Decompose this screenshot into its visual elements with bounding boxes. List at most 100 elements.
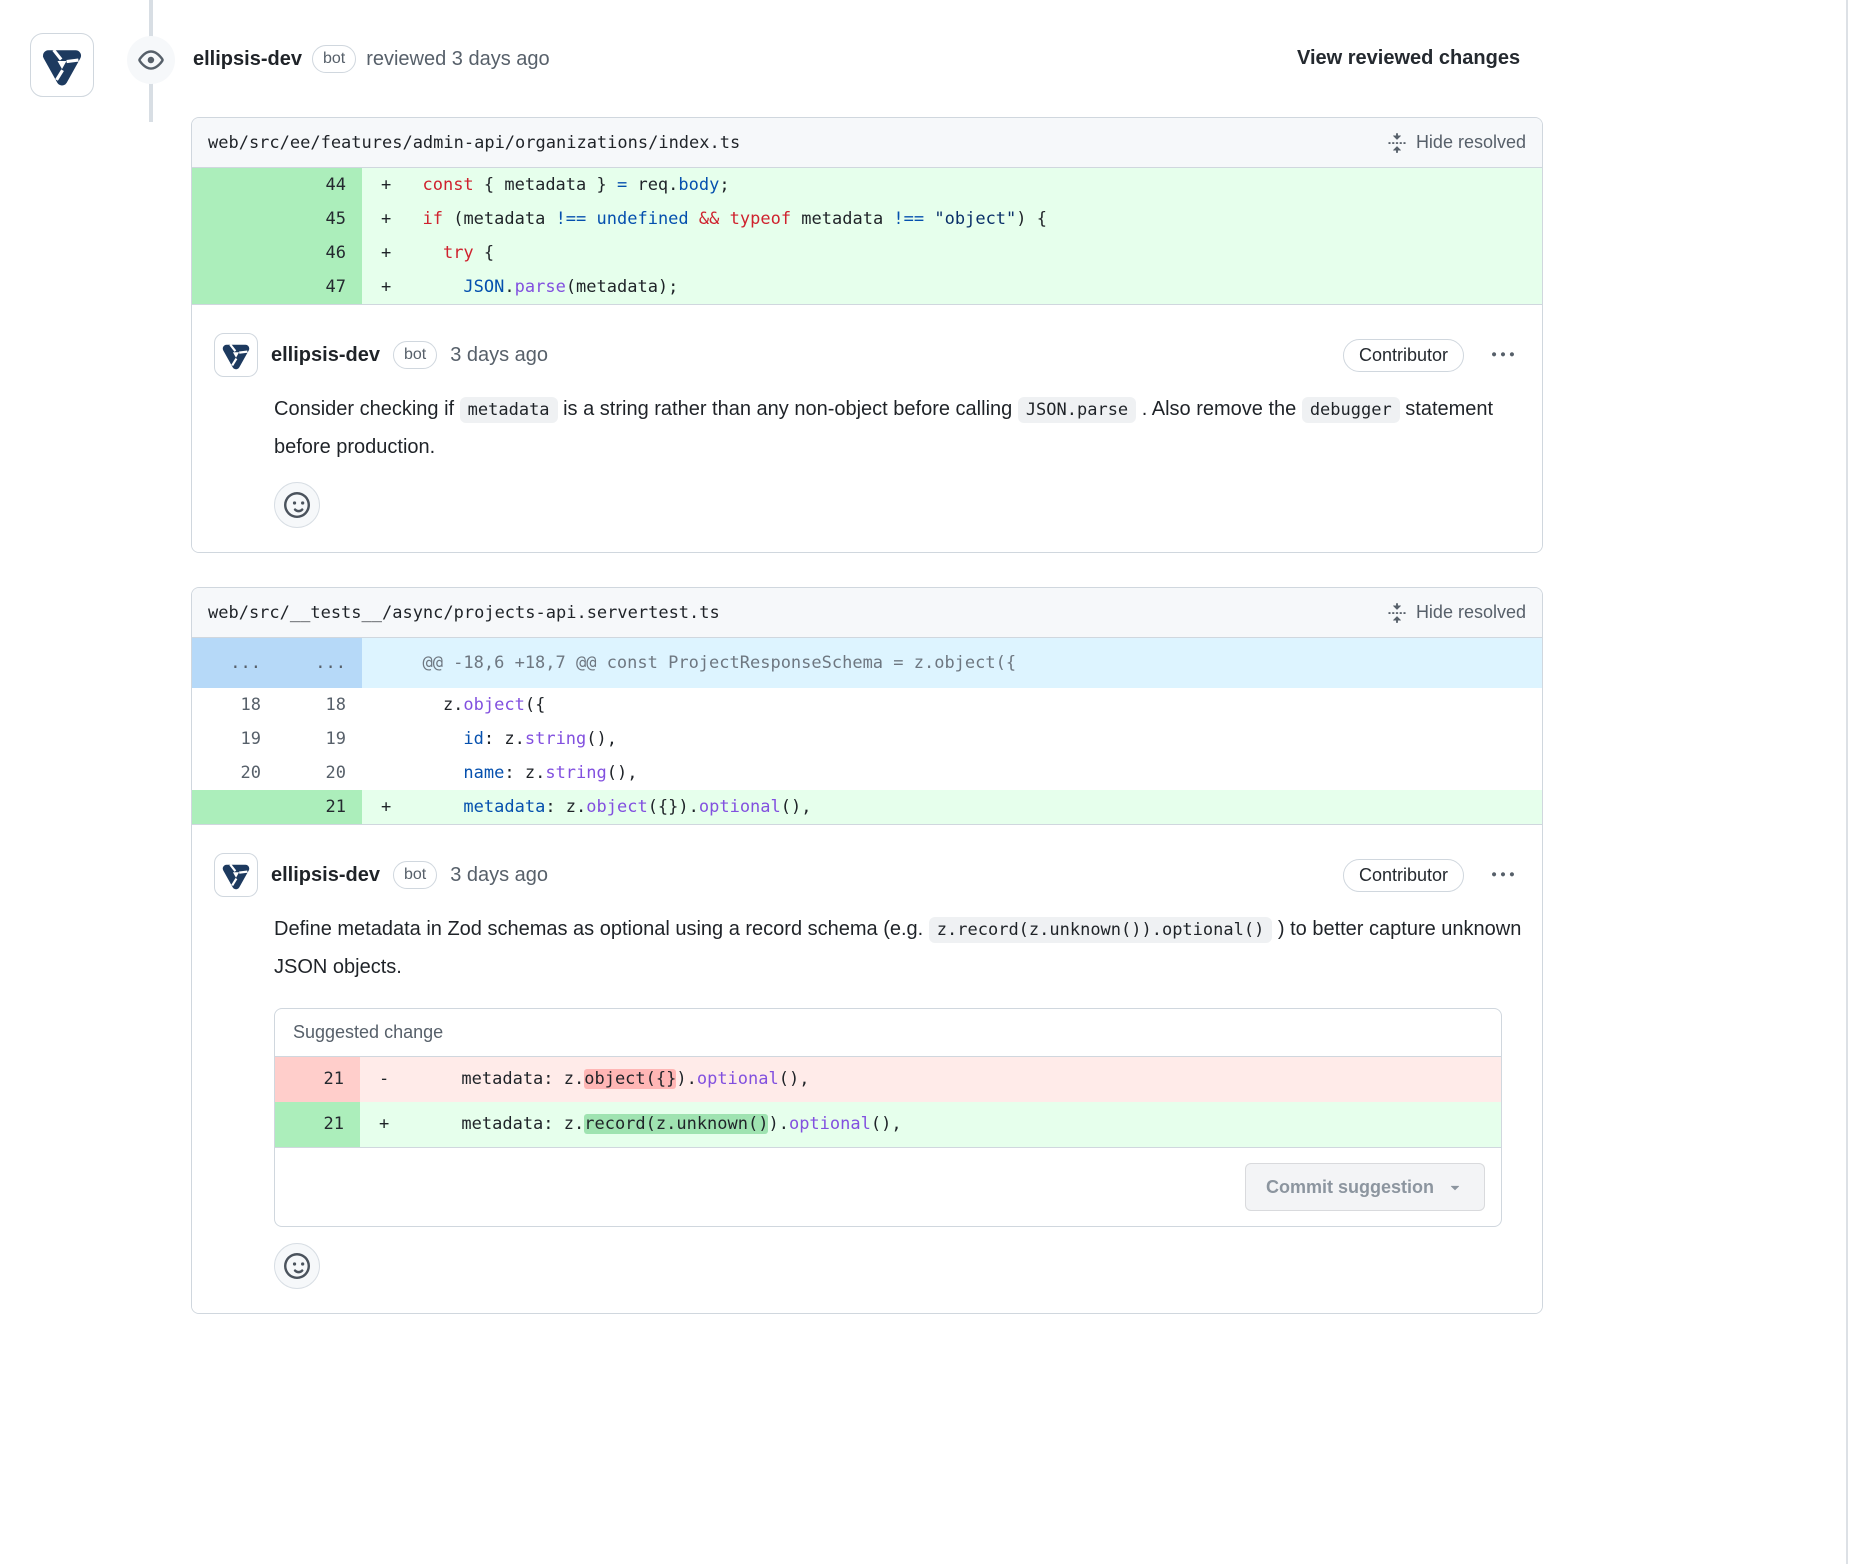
comment-author-link[interactable]: ellipsis-dev <box>271 344 380 367</box>
code-segment: : z. <box>504 763 545 783</box>
review-threads: web/src/ee/features/admin-api/organizati… <box>191 117 1543 1314</box>
diff-line-numbers[interactable]: 1818 <box>192 688 362 722</box>
comment-menu-button[interactable] <box>1488 860 1518 890</box>
diff-line-numbers[interactable]: 2020 <box>192 756 362 790</box>
diff-row-add: 44+ const { metadata } = req.body; <box>192 168 1542 202</box>
code-segment: @@ -18,6 +18,7 @@ const ProjectResponseS… <box>402 653 1016 673</box>
hide-resolved-label: Hide resolved <box>1416 132 1526 153</box>
code-segment: typeof <box>730 209 791 229</box>
diff-row-add: 45+ if (metadata !== undefined && typeof… <box>192 202 1542 236</box>
code-segment: (metadata); <box>566 277 679 297</box>
comment-body: Consider checking if metadata is a strin… <box>274 391 1524 466</box>
inline-code: debugger <box>1302 397 1400 423</box>
comment-avatar[interactable] <box>214 853 258 897</box>
diff-marker: + <box>362 270 402 304</box>
comment-timestamp-link[interactable]: 3 days ago <box>450 344 548 367</box>
code-segment: "object" <box>934 209 1016 229</box>
diff-line-numbers[interactable]: 1919 <box>192 722 362 756</box>
diff-block: 44+ const { metadata } = req.body;45+ if… <box>192 168 1542 304</box>
fold-icon <box>1387 133 1407 153</box>
code-segment: (), <box>586 729 617 749</box>
comment-header: ellipsis-dev bot 3 days ago Contributor <box>214 333 1518 377</box>
code-segment: (), <box>871 1114 902 1134</box>
review-comment: ellipsis-dev bot 3 days ago Contributor … <box>192 824 1542 1313</box>
diff-line-numbers[interactable]: 44 <box>192 168 362 202</box>
bot-badge: bot <box>312 45 356 73</box>
diff-line-numbers[interactable]: 47 <box>192 270 362 304</box>
code-segment: if <box>422 209 442 229</box>
reviewer-avatar[interactable] <box>30 33 94 97</box>
diff-marker <box>362 756 402 790</box>
commit-suggestion-button[interactable]: Commit suggestion <box>1245 1163 1485 1211</box>
code-segment: JSON <box>463 277 504 297</box>
smiley-icon <box>284 1253 310 1279</box>
code-segment: !== <box>556 209 587 229</box>
bot-badge: bot <box>393 341 437 369</box>
bot-badge: bot <box>393 861 437 889</box>
ellipsis-logo-icon <box>39 42 85 88</box>
code-segment: z. <box>402 695 463 715</box>
code-segment: optional <box>699 797 781 817</box>
commit-suggestion-label: Commit suggestion <box>1266 1177 1434 1198</box>
code-segment <box>402 763 463 783</box>
diff-row-add: 21+ metadata: z.record(z.unknown()).opti… <box>275 1102 1501 1147</box>
diff-code-line: id: z.string(), <box>402 722 1542 756</box>
code-segment <box>402 729 463 749</box>
code-segment: (metadata <box>443 209 556 229</box>
code-segment <box>719 209 729 229</box>
hide-resolved-button[interactable]: Hide resolved <box>1387 602 1526 623</box>
code-segment: object <box>586 797 647 817</box>
ellipsis-logo-icon <box>220 859 252 891</box>
file-path-link[interactable]: web/src/ee/features/admin-api/organizati… <box>208 133 740 153</box>
comment-menu-button[interactable] <box>1488 340 1518 370</box>
review-eye-badge <box>127 36 175 84</box>
comment-author-link[interactable]: ellipsis-dev <box>271 864 380 887</box>
diff-line-numbers[interactable]: 46 <box>192 236 362 270</box>
diff-marker <box>362 688 402 722</box>
review-author-link[interactable]: ellipsis-dev <box>193 48 302 71</box>
diff-line-numbers[interactable]: ...... <box>192 638 362 688</box>
file-path-link[interactable]: web/src/__tests__/async/projects-api.ser… <box>208 603 720 623</box>
kebab-icon <box>1492 864 1514 886</box>
view-reviewed-changes-link[interactable]: View reviewed changes <box>1297 47 1520 70</box>
code-segment: object <box>463 695 524 715</box>
code-segment: parse <box>515 277 566 297</box>
code-segment: ). <box>676 1069 696 1089</box>
code-segment: name <box>463 763 504 783</box>
diff-line-numbers[interactable]: 21 <box>192 790 362 824</box>
code-segment: { <box>474 243 494 263</box>
code-segment: const <box>422 175 473 195</box>
code-segment: metadata <box>463 797 545 817</box>
diff-row-add: 21+ metadata: z.object({}).optional(), <box>192 790 1542 824</box>
code-segment: optional <box>697 1069 779 1089</box>
code-segment: body <box>678 175 719 195</box>
code-segment: (), <box>779 1069 810 1089</box>
comment-avatar[interactable] <box>214 333 258 377</box>
diff-line-numbers[interactable]: 45 <box>192 202 362 236</box>
suggestion-diff: 21- metadata: z.object({}).optional(),21… <box>275 1057 1501 1147</box>
smiley-icon <box>284 492 310 518</box>
diff-line-numbers[interactable]: 21 <box>275 1102 360 1147</box>
diff-line-numbers[interactable]: 21 <box>275 1057 360 1102</box>
code-segment <box>402 209 422 229</box>
review-action-text: reviewed 3 days ago <box>366 48 549 71</box>
hide-resolved-label: Hide resolved <box>1416 602 1526 623</box>
inline-code: JSON.parse <box>1018 397 1136 423</box>
fold-icon <box>1387 603 1407 623</box>
eye-icon <box>138 47 164 73</box>
hide-resolved-button[interactable]: Hide resolved <box>1387 132 1526 153</box>
diff-code-line: metadata: z.record(z.unknown()).optional… <box>400 1102 1501 1147</box>
code-segment: { metadata } <box>474 175 617 195</box>
code-segment: ; <box>719 175 729 195</box>
add-reaction-button[interactable] <box>274 1243 320 1289</box>
comment-timestamp-link[interactable]: 3 days ago <box>450 864 548 887</box>
diff-marker <box>362 722 402 756</box>
code-segment <box>402 277 463 297</box>
diff-row-add: 47+ JSON.parse(metadata); <box>192 270 1542 304</box>
code-segment: undefined <box>597 209 689 229</box>
code-segment: metadata: z. <box>400 1114 584 1134</box>
code-segment: && <box>699 209 719 229</box>
code-segment <box>924 209 934 229</box>
add-reaction-button[interactable] <box>274 482 320 528</box>
diff-marker: + <box>362 790 402 824</box>
